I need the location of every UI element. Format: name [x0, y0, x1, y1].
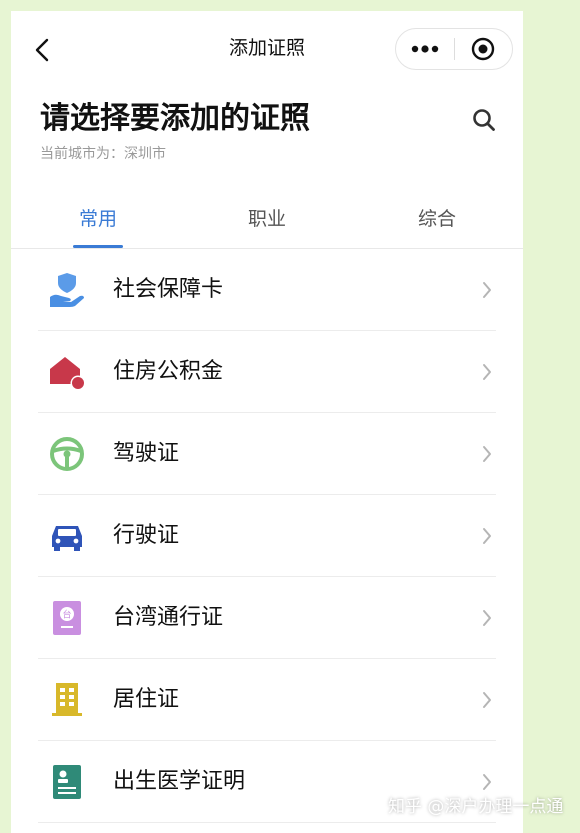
item-label: 居住证	[113, 687, 180, 712]
more-button[interactable]	[396, 29, 454, 69]
tab-comprehensive[interactable]: 综合	[377, 201, 497, 237]
chevron-right-icon	[479, 443, 495, 465]
list-item-vehicle-license[interactable]: 行驶证	[11, 495, 523, 577]
list-divider	[38, 822, 496, 823]
item-label: 社会保障卡	[113, 277, 224, 302]
city-name: 深圳市	[124, 146, 166, 162]
capsule-menu	[395, 28, 513, 70]
chevron-right-icon	[479, 689, 495, 711]
housing-fund-icon	[47, 352, 87, 392]
close-button[interactable]	[454, 29, 512, 69]
current-city: 当前城市为：深圳市	[40, 144, 166, 164]
page-heading: 请选择要添加的证照	[40, 101, 310, 136]
tab-occupation[interactable]: 职业	[207, 201, 327, 237]
list-item-social-security[interactable]: 社会保障卡	[11, 249, 523, 331]
search-icon	[473, 109, 495, 131]
steering-wheel-icon	[47, 434, 87, 474]
building-icon	[47, 680, 87, 720]
list-item-taiwan-permit[interactable]: 台 台湾通行证	[11, 577, 523, 659]
list-item-driver-license[interactable]: 驾驶证	[11, 413, 523, 495]
list-item-residence-permit[interactable]: 居住证	[11, 659, 523, 741]
chevron-right-icon	[479, 771, 495, 793]
item-label: 行驶证	[113, 523, 180, 548]
item-label: 驾驶证	[113, 441, 180, 466]
certificate-list: 社会保障卡 住房公积金 驾驶证 行驶证 台 台湾通行证 居住证 出生医学证明	[11, 249, 523, 823]
birth-certificate-icon	[47, 762, 87, 802]
mini-program-screen: 添加证照 请选择要添加的证照 当前城市为：深圳市 常用 职业 综合 社会保障卡 …	[11, 11, 523, 833]
social-security-icon	[47, 270, 87, 310]
search-button[interactable]	[469, 105, 499, 135]
chevron-right-icon	[479, 279, 495, 301]
tab-common[interactable]: 常用	[38, 201, 158, 237]
navigation-bar: 添加证照	[11, 11, 523, 86]
chevron-right-icon	[479, 361, 495, 383]
item-label: 台湾通行证	[113, 605, 224, 630]
target-close-icon	[472, 37, 495, 61]
list-item-housing-fund[interactable]: 住房公积金	[11, 331, 523, 413]
car-icon	[47, 516, 87, 556]
chevron-right-icon	[479, 607, 495, 629]
taiwan-permit-icon: 台	[47, 598, 87, 638]
chevron-right-icon	[479, 525, 495, 547]
city-prefix: 当前城市为：	[40, 146, 124, 162]
svg-text:台: 台	[62, 609, 71, 621]
watermark: 知乎 @深户办理一点通	[388, 797, 564, 817]
more-dots-icon	[411, 45, 438, 53]
category-tabs: 常用 职业 综合	[11, 201, 523, 249]
item-label: 出生医学证明	[113, 769, 246, 794]
item-label: 住房公积金	[113, 359, 224, 384]
